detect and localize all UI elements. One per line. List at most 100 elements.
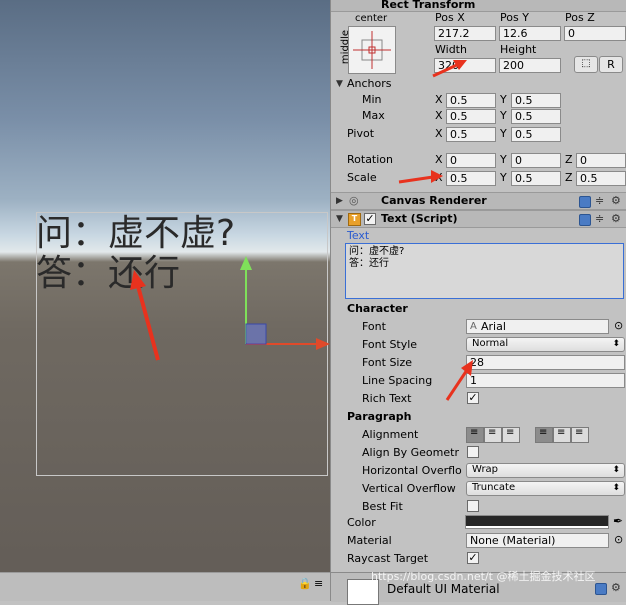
pos-z-field[interactable]: 0 [564, 26, 626, 41]
alignment-label: Alignment [362, 428, 419, 441]
align-right-icon: ≡ [506, 427, 515, 438]
anchors-label[interactable]: Anchors [347, 77, 392, 91]
material-name: Default UI Material [387, 582, 500, 596]
line-spacing-field[interactable]: 1 [466, 373, 625, 388]
dropdown-arrow-icon: ⬍ [612, 339, 620, 349]
object-picker-icon[interactable]: ⊙ [614, 533, 623, 546]
horizontal-overflow-dropdown[interactable]: Wrap ⬍ [466, 463, 625, 478]
rotation-y-label: Y [500, 153, 507, 166]
vertical-overflow-label: Vertical Overflow [362, 482, 456, 495]
annotation-arrow-scene [130, 270, 160, 361]
canvas-renderer-foldout-icon[interactable]: ▶ [336, 196, 343, 206]
color-field[interactable] [465, 515, 609, 529]
align-bottom-icon: ≡ [575, 427, 584, 438]
y-axis-handle [240, 256, 252, 270]
font-style-dropdown[interactable]: Normal ⬍ [466, 337, 625, 352]
font-asset-icon: A [470, 321, 477, 332]
anchor-min-y-label: Y [500, 93, 507, 106]
text-script-title: Text (Script) [381, 212, 458, 225]
x-axis-handle [316, 338, 330, 350]
help-icon[interactable] [579, 196, 591, 208]
pos-z-label: Pos Z [565, 11, 595, 24]
align-by-geometry-label: Align By Geometr [362, 446, 459, 459]
inspector-panel: Rect Transform center middle Pos X Pos Y… [330, 0, 626, 605]
height-field[interactable]: 200 [499, 58, 561, 73]
font-value: Arial [481, 320, 506, 333]
pos-y-label: Pos Y [500, 11, 529, 24]
menu-icon[interactable]: ≡ [314, 577, 323, 590]
scale-y-field[interactable]: 0.5 [511, 171, 561, 186]
anchor-max-x-field[interactable]: 0.5 [446, 109, 496, 124]
anchor-min-x-field[interactable]: 0.5 [446, 93, 496, 108]
material-label: Material [347, 534, 392, 547]
text-script-foldout-icon[interactable]: ▼ [336, 214, 343, 224]
rotation-y-field[interactable]: 0 [511, 153, 561, 168]
rich-text-label: Rich Text [362, 392, 412, 405]
font-style-value: Normal [472, 338, 509, 349]
anchor-min-label: Min [362, 93, 382, 106]
canvas-renderer-icon: ◎ [349, 194, 359, 207]
gear-icon[interactable]: ⚙ [611, 212, 621, 225]
anchor-preset-icon [353, 31, 391, 69]
align-by-geometry-checkbox[interactable] [467, 446, 479, 458]
eyedropper-icon[interactable]: ✒ [613, 514, 623, 528]
color-alpha-bar [466, 526, 608, 528]
material-field[interactable]: None (Material) [466, 533, 609, 548]
text-area[interactable]: 问：虚不虚? 答：还行 [345, 243, 624, 299]
scale-z-label: Z [565, 171, 573, 184]
scale-x-field[interactable]: 0.5 [446, 171, 496, 186]
vertical-overflow-dropdown[interactable]: Truncate ⬍ [466, 481, 625, 496]
move-gizmo[interactable] [236, 250, 330, 350]
help-icon[interactable] [579, 214, 591, 226]
scale-label: Scale [347, 171, 377, 184]
font-label: Font [362, 320, 386, 333]
scale-z-field[interactable]: 0.5 [576, 171, 626, 186]
anchor-max-x-label: X [435, 109, 443, 122]
gear-icon[interactable]: ⚙ [611, 581, 621, 594]
paragraph-section-label: Paragraph [347, 410, 412, 423]
anchor-max-y-field[interactable]: 0.5 [511, 109, 561, 124]
preset-icon[interactable]: ≑ [595, 194, 604, 207]
rotation-x-label: X [435, 153, 443, 166]
pivot-y-field[interactable]: 0.5 [511, 127, 561, 142]
gear-icon[interactable]: ⚙ [611, 194, 621, 207]
anchors-foldout-icon[interactable]: ▼ [336, 79, 343, 89]
blueprint-mode-button[interactable]: ⬚ [574, 56, 598, 73]
text-script-header[interactable]: ▼ T ✓ Text (Script) ≑ ⚙ [331, 210, 626, 228]
pivot-y-label: Y [500, 127, 507, 140]
pos-y-field[interactable]: 12.6 [499, 26, 561, 41]
plane-handle [245, 323, 267, 345]
help-icon[interactable] [595, 583, 607, 595]
scene-view[interactable]: 问：虚不虚? 答：还行 🔒 ≡ [0, 0, 330, 601]
horizontal-overflow-label: Horizontal Overflo [362, 464, 462, 477]
best-fit-label: Best Fit [362, 500, 403, 513]
rotation-z-label: Z [565, 153, 573, 166]
raw-edit-button[interactable]: R [599, 56, 623, 73]
anchor-preset-button[interactable] [348, 26, 396, 74]
best-fit-checkbox[interactable] [467, 500, 479, 512]
object-picker-icon[interactable]: ⊙ [614, 319, 623, 332]
text-area-line2: 答：还行 [349, 258, 389, 269]
canvas-renderer-header[interactable]: ▶ ◎ Canvas Renderer ≑ ⚙ [331, 192, 626, 210]
text-label: Text [347, 229, 370, 242]
raycast-target-checkbox[interactable]: ✓ [467, 552, 479, 564]
pivot-x-field[interactable]: 0.5 [446, 127, 496, 142]
font-field[interactable]: A Arial [466, 319, 609, 334]
font-size-field[interactable]: 28 [466, 355, 625, 370]
text-script-enabled-checkbox[interactable]: ✓ [364, 213, 376, 225]
anchor-max-label: Max [362, 109, 385, 122]
preset-icon[interactable]: ≑ [595, 212, 604, 225]
annotation-arrow-font-size [445, 360, 473, 401]
anchor-min-x-label: X [435, 93, 443, 106]
lock-icon[interactable]: 🔒 [298, 577, 312, 590]
character-section-label: Character [347, 302, 408, 315]
anchor-min-y-field[interactable]: 0.5 [511, 93, 561, 108]
canvas-renderer-title: Canvas Renderer [381, 194, 487, 207]
canvas-text-line1: 问：虚不虚? [36, 213, 236, 254]
pos-x-field[interactable]: 217.2 [434, 26, 496, 41]
anchor-max-y-label: Y [500, 109, 507, 122]
rotation-z-field[interactable]: 0 [576, 153, 626, 168]
rotation-x-field[interactable]: 0 [446, 153, 496, 168]
rect-transform-title: Rect Transform [381, 0, 476, 11]
pos-x-label: Pos X [435, 11, 465, 24]
